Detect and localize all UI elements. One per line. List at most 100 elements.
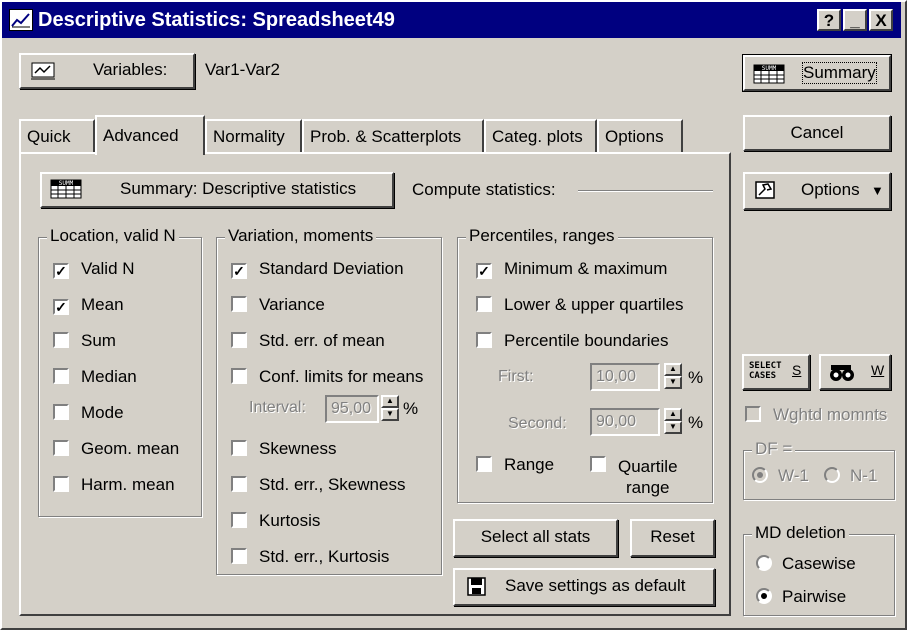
first-spinner[interactable]: ▲ ▼	[664, 363, 682, 391]
title-bar[interactable]: Descriptive Statistics: Spreadsheet49 ? …	[2, 2, 901, 38]
tab-quick[interactable]: Quick	[19, 119, 95, 153]
checkbox-box	[745, 406, 761, 422]
minimum-maximum-label: Minimum & maximum	[504, 259, 668, 278]
md-pairwise-radio[interactable]: Pairwise	[756, 586, 846, 608]
median-checkbox[interactable]: Median	[53, 366, 137, 388]
lower-upper-quartiles-checkbox[interactable]: Lower & upper quartiles	[476, 294, 684, 316]
checkbox-box: ✓	[53, 263, 69, 279]
conf-limits-for-means-checkbox[interactable]: Conf. limits for means	[231, 366, 423, 388]
tab-normality[interactable]: Normality	[205, 119, 302, 153]
tab-prob-scatterplots[interactable]: Prob. & Scatterplots	[302, 119, 484, 153]
interval-spinner[interactable]: ▲ ▼	[381, 395, 399, 423]
checkbox-box	[53, 440, 69, 456]
summary-descriptive-button[interactable]: SUMM Summary: Descriptive statistics	[40, 172, 394, 208]
checkbox-box	[231, 368, 247, 384]
options-button-label: Options	[801, 180, 860, 199]
median-label: Median	[81, 367, 137, 386]
minimize-button[interactable]: _	[843, 9, 867, 31]
checkbox-box	[231, 512, 247, 528]
md-pairwise-label: Pairwise	[782, 587, 847, 606]
first-percentile-input[interactable]: 10,00	[590, 363, 660, 391]
checkbox-box	[231, 296, 247, 312]
second-label: Second:	[508, 415, 567, 432]
spin-up-icon[interactable]: ▲	[381, 395, 399, 408]
range-checkbox[interactable]: Range	[476, 454, 554, 476]
second-spinner[interactable]: ▲ ▼	[664, 408, 682, 436]
spin-down-icon[interactable]: ▼	[381, 408, 399, 421]
percentiles-group-label: Percentiles, ranges	[466, 226, 618, 246]
minimum-maximum-checkbox[interactable]: ✓ Minimum & maximum	[476, 258, 667, 280]
save-default-button[interactable]: Save settings as default	[453, 568, 715, 606]
cancel-button[interactable]: Cancel	[743, 115, 891, 151]
variation-group-label: Variation, moments	[225, 226, 377, 246]
conf-limits-for-means-label: Conf. limits for means	[259, 367, 424, 386]
mode-checkbox[interactable]: Mode	[53, 402, 124, 424]
variation-group: Variation, moments ✓ Standard Deviation Va…	[216, 226, 442, 575]
quartile-range-label: Quartile range	[618, 457, 678, 497]
wghtd-momnts-checkbox[interactable]: Wghtd momnts	[745, 404, 887, 426]
select-cases-key: S	[792, 362, 802, 378]
valid-n-checkbox[interactable]: ✓ Valid N	[53, 258, 135, 280]
df-n1-label: N-1	[850, 466, 878, 485]
first-label: First:	[498, 368, 534, 385]
summary-table-icon: SUMM	[753, 64, 785, 89]
variables-button[interactable]: Variables:	[19, 53, 195, 89]
valid-n-label: Valid N	[81, 259, 135, 278]
std-err-kurtosis-label: Std. err., Kurtosis	[259, 547, 390, 566]
wghtd-momnts-label: Wghtd momnts	[773, 405, 888, 424]
select-cases-button[interactable]: SELECT CASES S	[742, 354, 810, 390]
svg-text:SUMM: SUMM	[762, 65, 777, 72]
checkbox-box	[231, 440, 247, 456]
std-err-skewness-checkbox[interactable]: Std. err., Skewness	[231, 474, 405, 496]
tab-options[interactable]: Options	[597, 119, 683, 153]
spin-down-icon[interactable]: ▼	[664, 421, 682, 434]
spin-down-icon[interactable]: ▼	[664, 376, 682, 389]
harm-mean-checkbox[interactable]: Harm. mean	[53, 474, 175, 496]
summary-button-label: Summary	[802, 62, 877, 84]
mode-label: Mode	[81, 403, 124, 422]
interval-input[interactable]: 95,00	[325, 395, 379, 423]
skewness-label: Skewness	[259, 439, 337, 458]
summary-table-icon: SUMM	[50, 179, 82, 209]
second-percentile-input[interactable]: 90,00	[590, 408, 660, 436]
skewness-checkbox[interactable]: Skewness	[231, 438, 336, 460]
weight-key: W	[871, 362, 885, 378]
weight-button[interactable]: W	[819, 354, 891, 390]
checkbox-box	[590, 456, 606, 472]
md-casewise-radio[interactable]: Casewise	[756, 553, 856, 575]
quartile-range-checkbox[interactable]	[590, 454, 618, 476]
sum-label: Sum	[81, 331, 116, 350]
compute-divider	[578, 190, 713, 192]
spin-up-icon[interactable]: ▲	[664, 408, 682, 421]
geom-mean-checkbox[interactable]: Geom. mean	[53, 438, 179, 460]
compute-statistics-label: Compute statistics:	[412, 180, 556, 199]
radio-circle	[824, 467, 840, 483]
std-err-kurtosis-checkbox[interactable]: Std. err., Kurtosis	[231, 546, 389, 568]
select-all-stats-button[interactable]: Select all stats	[453, 519, 618, 557]
kurtosis-checkbox[interactable]: Kurtosis	[231, 510, 320, 532]
df-n1-radio[interactable]: N-1	[824, 465, 877, 487]
percentile-boundaries-checkbox[interactable]: Percentile boundaries	[476, 330, 668, 352]
reset-button[interactable]: Reset	[630, 519, 715, 557]
summary-button[interactable]: SUMM Summary	[742, 54, 892, 92]
standard-deviation-checkbox[interactable]: ✓ Standard Deviation	[231, 258, 404, 280]
location-group-label: Location, valid N	[47, 226, 179, 246]
mean-checkbox[interactable]: ✓ Mean	[53, 294, 124, 316]
close-button[interactable]: X	[869, 9, 893, 31]
harm-mean-label: Harm. mean	[81, 475, 175, 494]
std-err-skewness-label: Std. err., Skewness	[259, 475, 406, 494]
df-w1-radio[interactable]: W-1	[752, 465, 809, 487]
window-title: Descriptive Statistics: Spreadsheet49	[38, 9, 395, 31]
md-deletion-label: MD deletion	[752, 523, 849, 543]
spin-up-icon[interactable]: ▲	[664, 363, 682, 376]
tab-advanced[interactable]: Advanced	[95, 115, 205, 155]
help-button[interactable]: ?	[817, 9, 841, 31]
options-button[interactable]: Options ▼	[743, 172, 891, 210]
variance-checkbox[interactable]: Variance	[231, 294, 325, 316]
standard-deviation-label: Standard Deviation	[259, 259, 404, 278]
radio-circle	[756, 588, 772, 604]
std-err-of-mean-label: Std. err. of mean	[259, 331, 385, 350]
sum-checkbox[interactable]: Sum	[53, 330, 116, 352]
std-err-of-mean-checkbox[interactable]: Std. err. of mean	[231, 330, 385, 352]
tab-categ-plots[interactable]: Categ. plots	[484, 119, 597, 153]
